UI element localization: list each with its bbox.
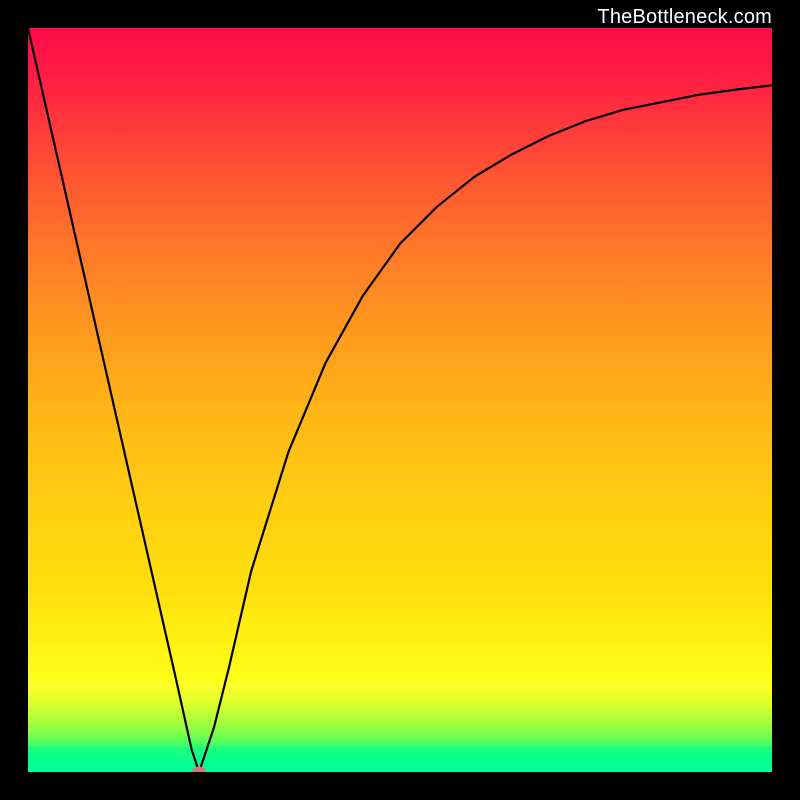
plot-area	[28, 28, 772, 772]
bottleneck-curve	[28, 28, 772, 772]
optimal-point-marker	[192, 767, 206, 773]
watermark-text: TheBottleneck.com	[597, 6, 772, 29]
chart-frame: TheBottleneck.com	[0, 0, 800, 800]
curve-svg	[28, 28, 772, 772]
